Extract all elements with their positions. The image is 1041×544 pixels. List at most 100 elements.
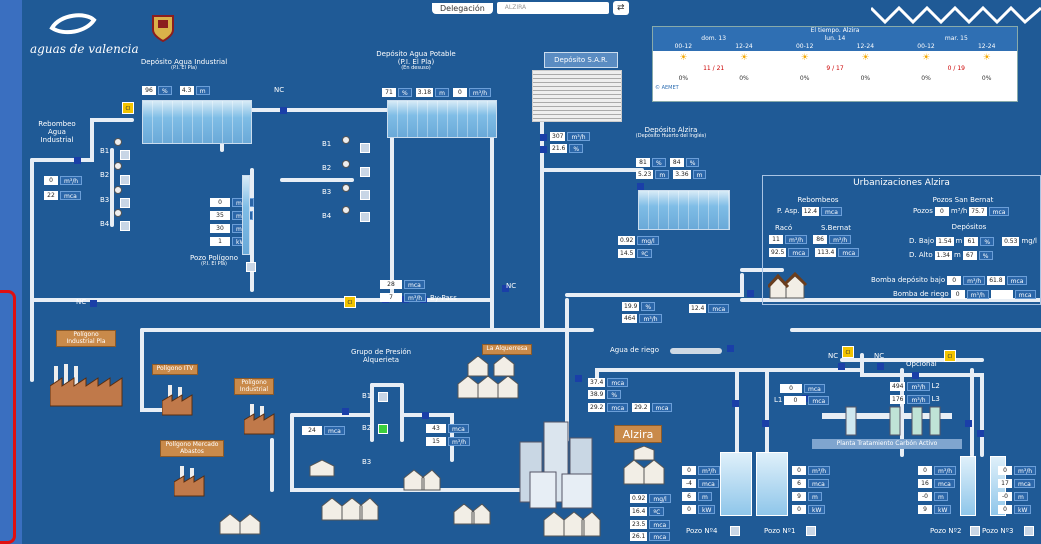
pozo-status-box[interactable] [730, 526, 740, 536]
label: L3 [931, 395, 940, 404]
pozo-status-box[interactable] [1024, 526, 1034, 536]
value: 1.34 [934, 251, 952, 260]
aguas-valencia-logo: aguas de valencia [30, 10, 139, 56]
urbanizaciones-title: Urbanizaciones Alzira [853, 178, 950, 188]
value: 0 [44, 176, 58, 185]
unit: mca [1006, 276, 1028, 285]
unit: % [978, 251, 993, 260]
unit: m³/h [639, 314, 662, 323]
value: 81 [636, 158, 650, 167]
unit: mg/l [649, 494, 671, 503]
value: 26.1 [630, 532, 648, 541]
site-sign[interactable]: Polígono Mercado Abastos [160, 440, 224, 458]
value: 84 [669, 158, 684, 167]
value: 1 [210, 237, 230, 246]
unit: m [934, 492, 948, 501]
value: 0 [784, 396, 807, 405]
weather-source-link[interactable]: © AEMET [653, 85, 1017, 91]
unit: mca [808, 396, 830, 405]
site-sign[interactable]: Polígono Industrial [234, 378, 274, 396]
value: 3.36 [673, 170, 691, 179]
refresh-button[interactable]: ⇄ [612, 1, 629, 15]
pozo3-depth: -0 m [998, 492, 1028, 501]
value: 4.3 [179, 86, 194, 95]
pump-icon[interactable] [342, 160, 350, 168]
pump-icon[interactable] [342, 136, 350, 144]
alzira-chlorine: 0.92 mg/l [618, 236, 659, 245]
houses-icon [321, 497, 379, 521]
pump-label: B4 [100, 220, 110, 228]
unit: mca [788, 248, 810, 257]
pozo-poligono-column[interactable] [242, 175, 250, 255]
value: -0 [918, 492, 932, 501]
pozo-status-box[interactable] [970, 526, 980, 536]
weather-hour: 00-12 [917, 43, 935, 50]
chlorine-indicator[interactable]: Cl [842, 346, 854, 358]
value: 92.5 [769, 248, 787, 257]
pozo-label: Pozo Nº4 [686, 527, 718, 535]
pozos-readout: Pozos 0 m³/h 75.7 mca [913, 207, 1010, 216]
label: D. Bajo [909, 237, 935, 246]
tank-alzira[interactable] [638, 190, 730, 230]
unit: m [955, 237, 963, 246]
pozo-column[interactable] [720, 452, 752, 516]
unit: m³/h [404, 293, 427, 302]
alzira-bottom-p2: 26.1 mca [630, 532, 671, 541]
value: 71 [382, 88, 396, 97]
delegation-dropdown[interactable]: ALZIRA [496, 2, 609, 14]
pump-status-box[interactable] [360, 212, 370, 222]
pump-icon[interactable] [114, 162, 122, 170]
label: Bomba de riego [893, 290, 949, 299]
pump-status-box[interactable] [360, 143, 370, 153]
unit: mca [1014, 290, 1036, 299]
site-sign[interactable]: Polígono ITV [152, 364, 198, 375]
pozo4-flow: 0 m³/h [682, 466, 721, 475]
pump-status-box[interactable] [120, 150, 130, 160]
tank-potable[interactable] [387, 100, 497, 138]
chlorine-indicator[interactable]: Cl [944, 350, 956, 362]
pump-icon[interactable] [342, 206, 350, 214]
value: 1.54 [936, 237, 954, 246]
pump-label: B1 [100, 147, 110, 155]
deposito-sar-tank[interactable] [532, 70, 622, 122]
pump-status-box[interactable] [378, 392, 388, 402]
weather-rain: 0% [921, 75, 931, 82]
weather-widget: El tiempo. Alzira dom. 13 lun. 14 mar. 1… [652, 26, 1018, 102]
value: 29.2 [632, 403, 650, 412]
pozo2-power: 9 kW [918, 505, 952, 514]
unit: m³/h [829, 235, 852, 244]
pozo-column[interactable] [756, 452, 788, 516]
pump-icon[interactable] [342, 184, 350, 192]
value: 30 [210, 224, 230, 233]
pump-icon[interactable] [114, 209, 122, 217]
unit: m³/h [60, 176, 83, 185]
tank-industrial[interactable] [142, 100, 252, 144]
houses-icon [543, 511, 601, 537]
bypass-pressure: 28 mca [380, 280, 425, 289]
pump-running-indicator[interactable] [378, 424, 388, 434]
pozo-status-box[interactable] [806, 526, 816, 536]
pozo-status-box[interactable] [246, 262, 256, 272]
pozo-column[interactable] [960, 456, 976, 516]
site-sign[interactable]: La Alquerresa [482, 344, 532, 355]
pump-status-box[interactable] [360, 190, 370, 200]
chlorine-indicator[interactable]: Cl [122, 102, 134, 114]
alzira-sign[interactable]: Alzira [614, 425, 662, 443]
riego-pressure-2: 29.2 mca 29.2 mca [588, 403, 673, 412]
pump-status-box[interactable] [360, 167, 370, 177]
rebombeo-flow-readout: 0 m³/h [44, 176, 83, 185]
unit: % [641, 302, 656, 311]
title-text: Depósito Agua Potable (P.I. El Pla) [376, 50, 456, 67]
unit: mca [708, 304, 730, 313]
pump-icon[interactable] [114, 186, 122, 194]
pump-status-box[interactable] [120, 175, 130, 185]
pump-status-box[interactable] [120, 198, 130, 208]
pozo3-power: 0 kW [998, 505, 1032, 514]
chlorine-indicator[interactable]: Cl [344, 296, 356, 308]
planta-tratamiento[interactable]: Planta Tratamiento Carbón Activo [812, 405, 962, 449]
pump-icon[interactable] [114, 138, 122, 146]
pump-status-box[interactable] [120, 221, 130, 231]
unit: kW [698, 505, 716, 514]
weather-title: El tiempo. Alzira [653, 27, 1017, 35]
site-sign[interactable]: Polígono Industrial Pla [56, 330, 116, 348]
